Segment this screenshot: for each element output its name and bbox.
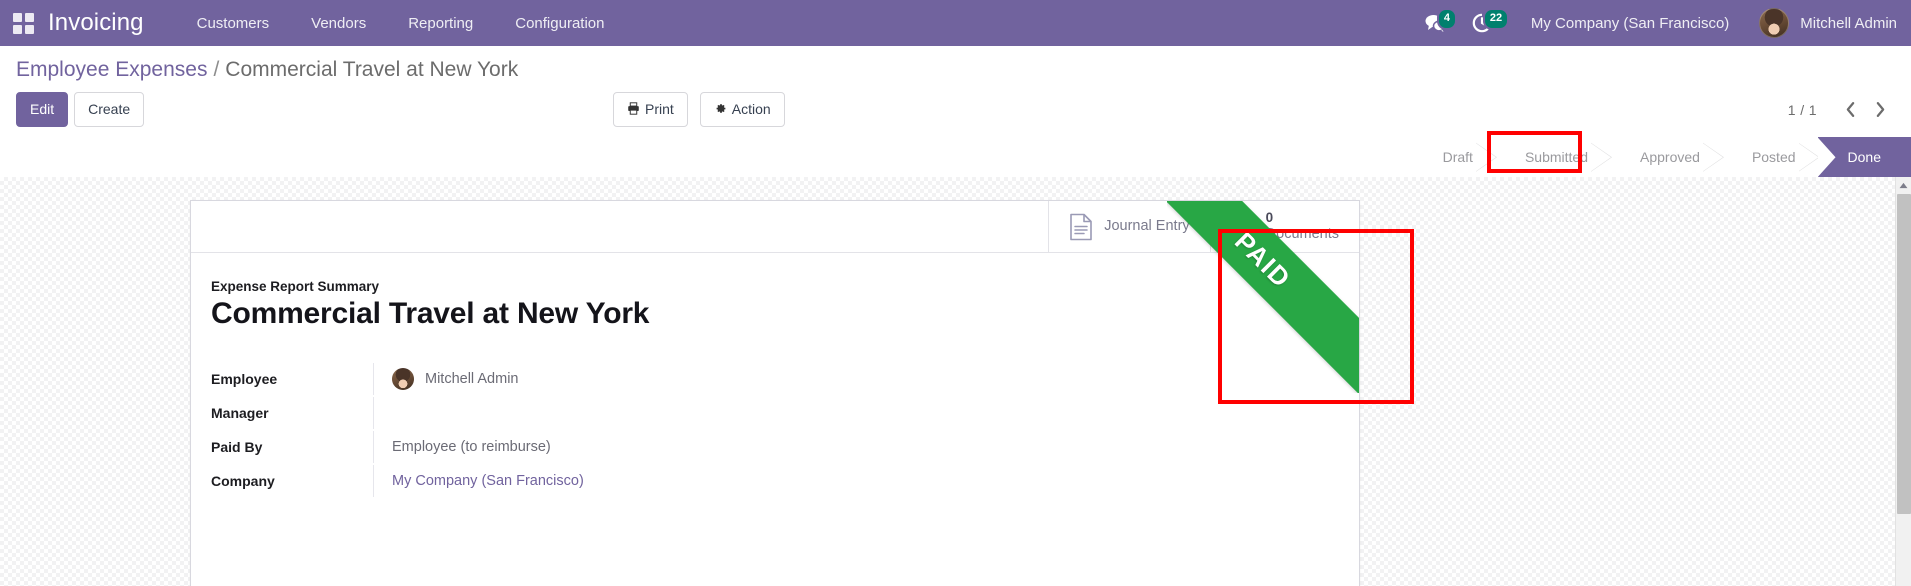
chevron-left-icon	[1846, 102, 1854, 118]
field-label-manager: Manager	[211, 405, 269, 422]
breadcrumb-current: Commercial Travel at New York	[225, 58, 519, 81]
menu-vendors[interactable]: Vendors	[290, 2, 387, 45]
action-button-label: Action	[731, 100, 771, 117]
create-button[interactable]: Create	[74, 92, 145, 128]
content-area: Journal Entry 0 Documents PAID Expense R…	[0, 177, 1911, 586]
stat-button-journal-entry-label: Journal Entry	[1104, 218, 1190, 235]
menu-configuration[interactable]: Configuration	[494, 2, 625, 45]
page-title: Commercial Travel at New York	[211, 297, 650, 331]
form-body: Expense Report Summary Commercial Travel…	[191, 253, 1359, 498]
field-value-company-text: My Company (San Francisco)	[392, 473, 584, 490]
form-sheet: Journal Entry 0 Documents PAID Expense R…	[190, 200, 1360, 586]
stage-draft[interactable]: Draft	[1412, 137, 1495, 178]
field-value-company[interactable]: My Company (San Francisco)	[373, 465, 793, 498]
stage-posted[interactable]: Posted	[1721, 137, 1818, 178]
stage-done[interactable]: Done	[1817, 137, 1911, 178]
stat-button-documents[interactable]: 0 Documents	[1209, 201, 1359, 253]
field-row-manager: Manager	[211, 396, 1359, 430]
center-action-buttons: Print Action	[613, 91, 785, 128]
caret-up-icon	[1899, 182, 1908, 188]
field-label-paid-by: Paid By	[211, 439, 263, 456]
breadcrumb-separator: /	[213, 58, 220, 81]
breadcrumb: Employee Expenses / Commercial Travel at…	[16, 46, 1895, 86]
control-panel: Employee Expenses / Commercial Travel at…	[0, 46, 1911, 138]
stage-approved[interactable]: Approved	[1610, 137, 1722, 178]
edit-button[interactable]: Edit	[16, 92, 69, 128]
vertical-scrollbar[interactable]	[1895, 177, 1911, 586]
print-button[interactable]: Print	[613, 91, 688, 128]
menu-customers[interactable]: Customers	[176, 2, 291, 45]
stat-button-documents-text: 0 Documents	[1266, 210, 1339, 243]
expense-report-summary-label: Expense Report Summary	[211, 279, 380, 295]
stage-submitted[interactable]: Submitted	[1494, 137, 1610, 178]
scrollbar-thumb[interactable]	[1897, 194, 1911, 515]
field-row-paid-by: Paid By Employee (to reimburse)	[211, 430, 1359, 464]
messages-count-badge: 4	[1436, 8, 1458, 30]
pager-count: 1 / 1	[1787, 101, 1817, 118]
field-value-employee[interactable]: Mitchell Admin	[373, 363, 793, 396]
field-value-paid-by[interactable]: Employee (to reimburse)	[373, 431, 793, 464]
user-avatar	[1759, 8, 1790, 38]
pager: 1 / 1	[1788, 95, 1895, 125]
chevron-right-icon	[1876, 102, 1884, 118]
apps-menu-button[interactable]	[0, 0, 46, 46]
print-button-label: Print	[645, 100, 674, 117]
app-brand-invoicing[interactable]: Invoicing	[46, 9, 150, 37]
company-switcher[interactable]: My Company (San Francisco)	[1505, 15, 1751, 32]
journal-document-icon	[1070, 213, 1093, 241]
field-row-company: Company My Company (San Francisco)	[211, 464, 1359, 498]
field-label-employee: Employee	[211, 371, 278, 388]
apps-grid-icon	[12, 12, 34, 34]
navbar-systray: 4 22 My Company (San Francisco) Mitchell…	[1413, 0, 1911, 46]
menu-reporting[interactable]: Reporting	[387, 2, 494, 45]
form-fields-group: Employee Mitchell Admin Manager Paid By …	[211, 362, 1359, 498]
stage-done-label: Done	[1847, 149, 1881, 166]
pager-next-button[interactable]	[1865, 95, 1895, 125]
breadcrumb-parent[interactable]: Employee Expenses	[16, 58, 207, 82]
activities-count-badge: 22	[1482, 8, 1510, 30]
field-label-company: Company	[211, 473, 275, 490]
field-value-employee-text: Mitchell Admin	[425, 371, 519, 388]
navbar-menu: Customers Vendors Reporting Configuratio…	[176, 2, 626, 45]
gear-icon	[716, 104, 726, 113]
pager-previous-button[interactable]	[1835, 95, 1865, 125]
statusbar: Draft Submitted Approved Posted Done	[1412, 137, 1911, 178]
activities-button[interactable]: 22	[1459, 0, 1510, 46]
user-name-label: Mitchell Admin	[1800, 14, 1897, 32]
stat-button-journal-entry[interactable]: Journal Entry	[1048, 201, 1209, 253]
field-row-employee: Employee Mitchell Admin	[211, 362, 1359, 396]
employee-avatar	[392, 368, 414, 391]
field-value-manager[interactable]	[373, 397, 793, 430]
top-navbar: Invoicing Customers Vendors Reporting Co…	[0, 0, 1911, 46]
documents-icon	[1231, 213, 1254, 241]
scrollbar-up-button[interactable]	[1896, 177, 1911, 194]
printer-icon	[628, 102, 639, 115]
stat-button-documents-value: 0	[1265, 210, 1274, 226]
statusbar-wrapper: Draft Submitted Approved Posted Done	[0, 137, 1911, 178]
stat-button-box: Journal Entry 0 Documents	[191, 201, 1359, 254]
app-root: Invoicing Customers Vendors Reporting Co…	[0, 0, 1911, 586]
control-panel-buttons: Edit Create Print Action 1 / 1	[16, 86, 1895, 137]
messages-button[interactable]: 4	[1413, 0, 1459, 46]
action-button[interactable]: Action	[699, 91, 785, 128]
stat-button-documents-label: Documents	[1265, 226, 1339, 243]
stage-arrow-notch	[1817, 137, 1836, 178]
user-menu[interactable]: Mitchell Admin	[1751, 8, 1897, 38]
